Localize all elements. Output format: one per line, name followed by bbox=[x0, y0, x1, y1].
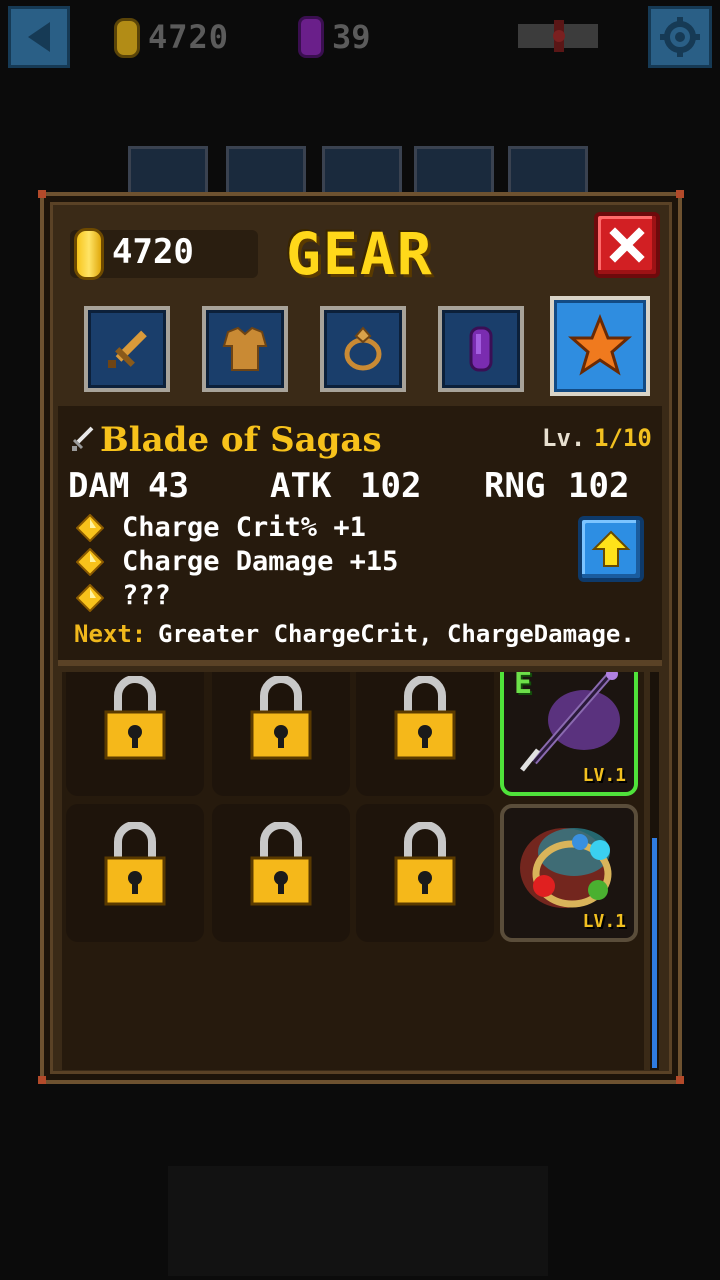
small-sword-icon bbox=[72, 426, 94, 451]
gear-slot-locked[interactable] bbox=[66, 804, 204, 942]
background-button bbox=[168, 1166, 548, 1276]
panel-corner bbox=[38, 190, 46, 198]
gold-coin-icon bbox=[74, 228, 104, 280]
back-arrow-icon bbox=[28, 22, 50, 52]
item-name: Blade of Sagas bbox=[100, 420, 382, 460]
armor-icon bbox=[222, 326, 268, 371]
tab-armor[interactable] bbox=[202, 306, 288, 392]
stat-dam-label: DAM bbox=[68, 466, 130, 506]
back-button[interactable] bbox=[8, 6, 70, 68]
next-label: Next: bbox=[74, 620, 147, 648]
panel-corner bbox=[676, 190, 684, 198]
tab-weapon[interactable] bbox=[84, 306, 170, 392]
stat-atk-value: 102 bbox=[360, 466, 422, 506]
diamond-bullet-icon bbox=[76, 514, 104, 542]
stat-atk-label: ATK bbox=[270, 466, 332, 506]
hud-gem-amount: 39 bbox=[332, 18, 371, 56]
stat-rng-label: RNG bbox=[484, 466, 546, 506]
padlock-icon bbox=[250, 822, 312, 906]
star-icon bbox=[568, 314, 632, 376]
gear-icon bbox=[660, 17, 700, 57]
stat-rng-value: 102 bbox=[568, 466, 630, 506]
padlock-icon bbox=[104, 676, 166, 760]
next-upgrade-text: Greater ChargeCrit, ChargeDamage. bbox=[158, 620, 635, 648]
panel-corner bbox=[676, 1076, 684, 1084]
gear-grid: E LV.1 LV.1 bbox=[62, 672, 644, 1070]
padlock-icon bbox=[104, 822, 166, 906]
diamond-bullet-icon bbox=[76, 548, 104, 576]
settings-button[interactable] bbox=[648, 6, 712, 68]
bonus-1: Charge Crit% +1 bbox=[122, 512, 366, 543]
scroll-map-icon[interactable] bbox=[514, 18, 602, 54]
panel-title: GEAR bbox=[286, 220, 434, 288]
gold-amount: 4720 bbox=[112, 232, 194, 272]
stat-dam-value: 43 bbox=[148, 466, 189, 506]
hud-gold-amount: 4720 bbox=[148, 18, 230, 56]
gear-slot-locked[interactable] bbox=[356, 804, 494, 942]
divider bbox=[58, 660, 662, 666]
scrollbar[interactable] bbox=[652, 838, 657, 1068]
tab-gem[interactable] bbox=[438, 306, 524, 392]
gear-slot-locked[interactable] bbox=[66, 672, 204, 796]
upgrade-button[interactable] bbox=[578, 516, 644, 582]
gear-slot-equipped[interactable]: E LV.1 bbox=[500, 672, 638, 796]
purple-gem-icon bbox=[298, 16, 324, 58]
diamond-bullet-icon bbox=[76, 584, 104, 612]
padlock-icon bbox=[394, 822, 456, 906]
equipped-badge: E bbox=[514, 672, 533, 701]
level-label: Lv. bbox=[542, 424, 586, 452]
gear-slot-locked[interactable] bbox=[212, 804, 350, 942]
up-arrow-icon bbox=[591, 530, 631, 567]
level-value: 1/10 bbox=[594, 424, 652, 452]
close-button[interactable] bbox=[594, 212, 660, 278]
panel-corner bbox=[38, 1076, 46, 1084]
sword-icon bbox=[108, 330, 147, 368]
gear-slot-locked[interactable] bbox=[356, 672, 494, 796]
close-icon bbox=[609, 227, 645, 263]
slot-level: LV.1 bbox=[582, 911, 626, 932]
bonus-2: Charge Damage +15 bbox=[122, 546, 399, 577]
padlock-icon bbox=[394, 676, 456, 760]
tab-ring[interactable] bbox=[320, 306, 406, 392]
gear-slot-locked[interactable] bbox=[212, 672, 350, 796]
gold-coin-icon bbox=[114, 18, 140, 58]
ring-icon bbox=[344, 326, 382, 371]
tab-special[interactable] bbox=[550, 296, 650, 396]
bonus-3: ??? bbox=[122, 580, 171, 611]
gear-slot-owned[interactable]: LV.1 bbox=[500, 804, 638, 942]
slot-level: LV.1 bbox=[582, 765, 626, 786]
padlock-icon bbox=[250, 676, 312, 760]
top-hud: 4720 39 bbox=[0, 0, 720, 80]
gem-icon bbox=[469, 326, 493, 372]
